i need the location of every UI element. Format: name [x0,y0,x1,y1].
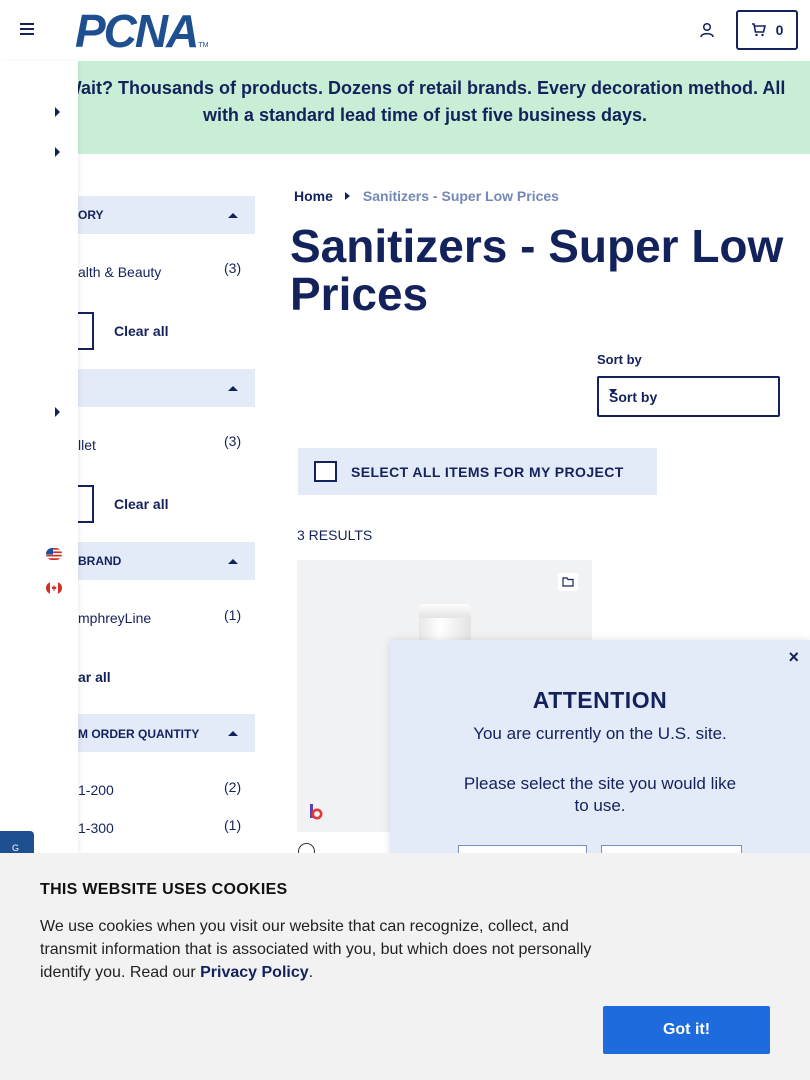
modal-instruction: Please select the site you would like to… [463,774,737,815]
facet-option-label[interactable]: 1-300 [78,820,114,836]
product-image-cap [419,604,471,618]
banner-line-1: Wait? Thousands of products. Dozens of r… [64,78,786,98]
accept-cookies-button[interactable]: Got it! [603,1006,770,1054]
select-all-checkbox[interactable] [314,461,337,482]
sort-select[interactable]: Sort by [597,376,780,417]
feedback-tab-label: G [12,843,20,853]
user-icon[interactable] [699,22,715,38]
breadcrumb-current: Sanitizers - Super Low Prices [362,188,559,204]
facet-clear-all[interactable]: ar all [78,669,111,685]
caret-up-icon [228,386,238,391]
select-all-label: SELECT ALL ITEMS FOR MY PROJECT [351,464,624,480]
logo-text: PCNA [75,5,199,57]
facet-brand-title: BRAND [78,554,122,568]
cart-button[interactable]: 0 [736,10,798,50]
side-menu-rail [0,61,78,861]
facet-clear-all[interactable]: Clear all [114,496,168,512]
us-flag-icon[interactable] [46,548,62,560]
pcna-logo[interactable]: PCNA TM [75,5,209,57]
facet-option-count: (1) [224,817,242,833]
facet-option-count: (3) [224,260,242,276]
caret-up-icon [228,213,238,218]
page: PCNA TM 0 Wait? Thousands of products. D… [0,0,810,1080]
select-all-bar[interactable]: SELECT ALL ITEMS FOR MY PROJECT [298,448,657,495]
cookie-title: THIS WEBSITE USES COOKIES [40,881,288,898]
chevron-right-icon[interactable] [55,147,60,157]
facet-option-count: (3) [224,433,242,449]
breadcrumb-home[interactable]: Home [294,188,333,204]
site-header: PCNA TM 0 [0,0,810,61]
breadcrumb: Home Sanitizers - Super Low Prices [294,188,559,204]
brand-b-icon [310,804,323,820]
privacy-policy-link[interactable]: Privacy Policy [200,964,309,981]
cart-count: 0 [775,22,784,38]
cookie-end: . [308,964,314,981]
chevron-right-icon[interactable] [55,107,60,117]
facet-option-count: (1) [224,607,242,623]
cookie-text: We use cookies when you visit our websit… [40,915,600,984]
promo-banner: Wait? Thousands of products. Dozens of r… [60,61,810,154]
menu-icon[interactable] [20,23,36,37]
page-title: Sanitizers - Super Low Prices [290,220,784,320]
caret-up-icon [228,559,238,564]
facet-clear-all[interactable]: Clear all [114,323,168,339]
logo-tm: TM [198,42,209,49]
facet-category-title: ORY [78,208,104,222]
canada-flag-icon[interactable] [46,582,62,594]
site-select-modal: × ATTENTION You are currently on the U.S… [390,640,810,885]
facet-option-label[interactable]: 1-200 [78,782,114,798]
facet-min-qty-title: M ORDER QUANTITY [78,727,200,741]
cookie-banner: THIS WEBSITE USES COOKIES We use cookies… [0,853,810,1080]
facet-option-label[interactable]: mphreyLine [78,610,151,626]
results-count: 3 RESULTS [297,527,373,543]
cookie-body: We use cookies when you visit our websit… [40,918,592,981]
close-icon[interactable]: × [788,647,799,668]
facet-option-label[interactable]: llet [78,437,96,453]
folder-icon[interactable] [558,573,578,591]
facet-option-label[interactable]: alth & Beauty [78,264,161,280]
facet-option-count: (2) [224,779,242,795]
banner-line-2: with a standard lead time of just five b… [202,105,648,125]
chevron-right-icon[interactable] [55,407,60,417]
sort-label: Sort by [597,352,642,367]
modal-title: ATTENTION [532,687,668,713]
caret-up-icon [228,731,238,736]
chevron-down-icon [609,389,617,394]
modal-message: You are currently on the U.S. site. [473,724,727,743]
cart-icon [751,23,766,37]
chevron-right-icon [344,192,350,200]
